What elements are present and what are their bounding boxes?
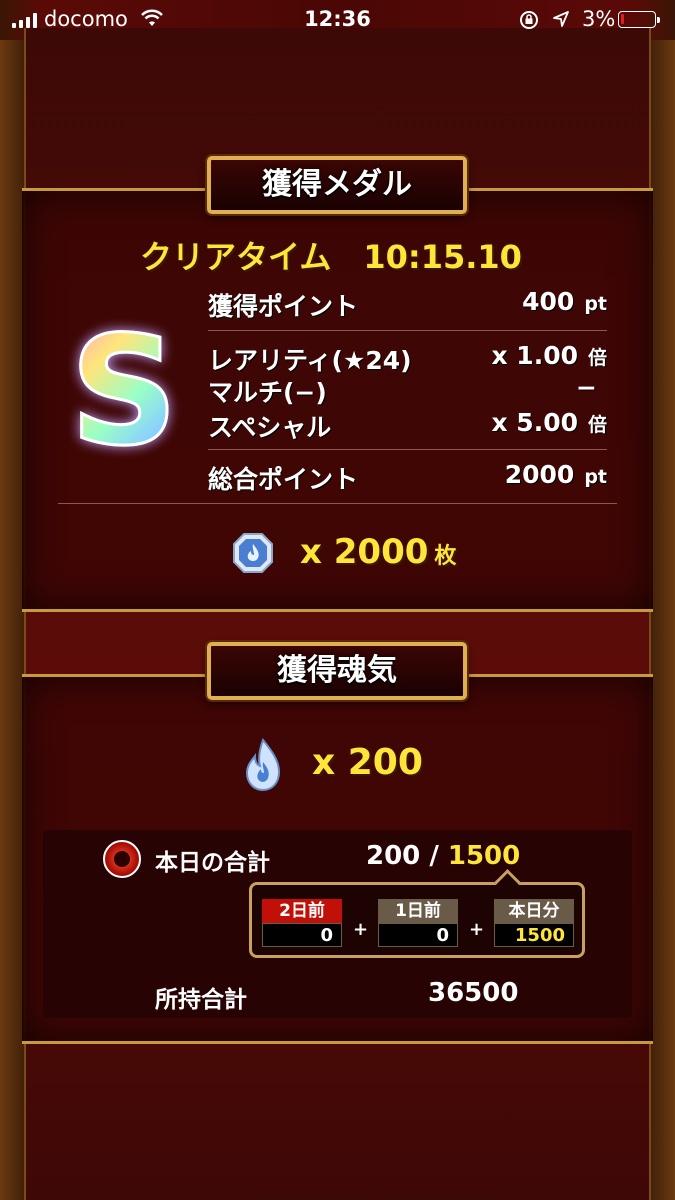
clock: 12:36 bbox=[304, 7, 371, 31]
battery-percent: 3% bbox=[582, 7, 616, 31]
clear-time-label: クリアタイム bbox=[140, 238, 332, 276]
multi-row: マルチ(−) − bbox=[208, 373, 607, 409]
rank-badge: S bbox=[68, 316, 188, 469]
soul-flame-icon bbox=[245, 738, 281, 792]
breakdown-value: 1500 bbox=[494, 923, 574, 947]
divider bbox=[208, 449, 607, 450]
row-unit: 倍 bbox=[587, 414, 607, 436]
row-label: 獲得ポイント bbox=[208, 292, 359, 321]
row-unit: pt bbox=[584, 293, 607, 315]
total-points-row: 総合ポイント 2000 pt bbox=[208, 460, 607, 496]
divider bbox=[58, 503, 617, 504]
soul-count: x 200 bbox=[312, 742, 423, 783]
row-label: 総合ポイント bbox=[208, 465, 359, 494]
owned-total-value: 36500 bbox=[428, 978, 519, 1008]
medal-count-value: x 2000 bbox=[300, 532, 429, 572]
today-total-value: 200 / 1500 bbox=[366, 841, 520, 871]
medal-icon bbox=[233, 533, 273, 573]
today-cap: 1500 bbox=[447, 841, 521, 871]
orientation-lock-icon bbox=[520, 11, 538, 29]
owned-total-label: 所持合計 bbox=[155, 987, 247, 1013]
special-row: スペシャル x 5.00 倍 bbox=[208, 408, 607, 444]
row-unit: pt bbox=[584, 466, 607, 488]
daily-breakdown: 2日前 0 + 1日前 0 + 本日分 1500 bbox=[249, 882, 585, 958]
medal-section-title: 獲得メダル bbox=[207, 156, 467, 214]
battery-level bbox=[621, 14, 624, 24]
breakdown-label: 1日前 bbox=[378, 899, 458, 923]
clear-time-value: 10:15.10 bbox=[363, 238, 522, 276]
breakdown-cell: 1日前 0 bbox=[378, 899, 458, 951]
soul-badge-icon bbox=[103, 840, 141, 878]
row-label: スペシャル bbox=[208, 413, 332, 442]
battery-icon bbox=[618, 11, 660, 28]
row-label: レアリティ(★24) bbox=[208, 346, 412, 375]
breakdown-value: 0 bbox=[378, 923, 458, 947]
breakdown-cell: 2日前 0 bbox=[262, 899, 342, 951]
today-current: 200 / bbox=[366, 841, 448, 871]
row-value: x 5.00 bbox=[491, 408, 578, 437]
rank-letter: S bbox=[68, 305, 179, 479]
row-value: 400 bbox=[522, 287, 575, 316]
plus-sign: + bbox=[353, 919, 369, 940]
row-label: マルチ(−) bbox=[208, 378, 327, 407]
medal-unit: 枚 bbox=[434, 544, 457, 569]
clear-time: クリアタイム 10:15.10 bbox=[140, 232, 522, 278]
row-value: 2000 bbox=[504, 460, 575, 489]
row-value: − bbox=[576, 373, 597, 402]
breakdown-value: 0 bbox=[262, 923, 342, 947]
rarity-row: レアリティ(★24) x 1.00 倍 bbox=[208, 341, 607, 377]
location-icon bbox=[553, 11, 569, 27]
medal-count: x 2000 枚 bbox=[300, 532, 456, 572]
row-unit: 倍 bbox=[587, 347, 607, 369]
breakdown-label: 2日前 bbox=[262, 899, 342, 923]
breakdown-cell: 本日分 1500 bbox=[494, 899, 574, 951]
soul-section-title: 獲得魂気 bbox=[207, 642, 467, 700]
breakdown-label: 本日分 bbox=[494, 899, 574, 923]
row-value: x 1.00 bbox=[491, 341, 578, 370]
points-row: 獲得ポイント 400 pt bbox=[208, 287, 607, 323]
divider bbox=[208, 330, 607, 331]
status-bar: docomo 12:36 3% bbox=[0, 0, 675, 40]
plus-sign: + bbox=[469, 919, 485, 940]
today-total-label: 本日の合計 bbox=[155, 850, 270, 876]
